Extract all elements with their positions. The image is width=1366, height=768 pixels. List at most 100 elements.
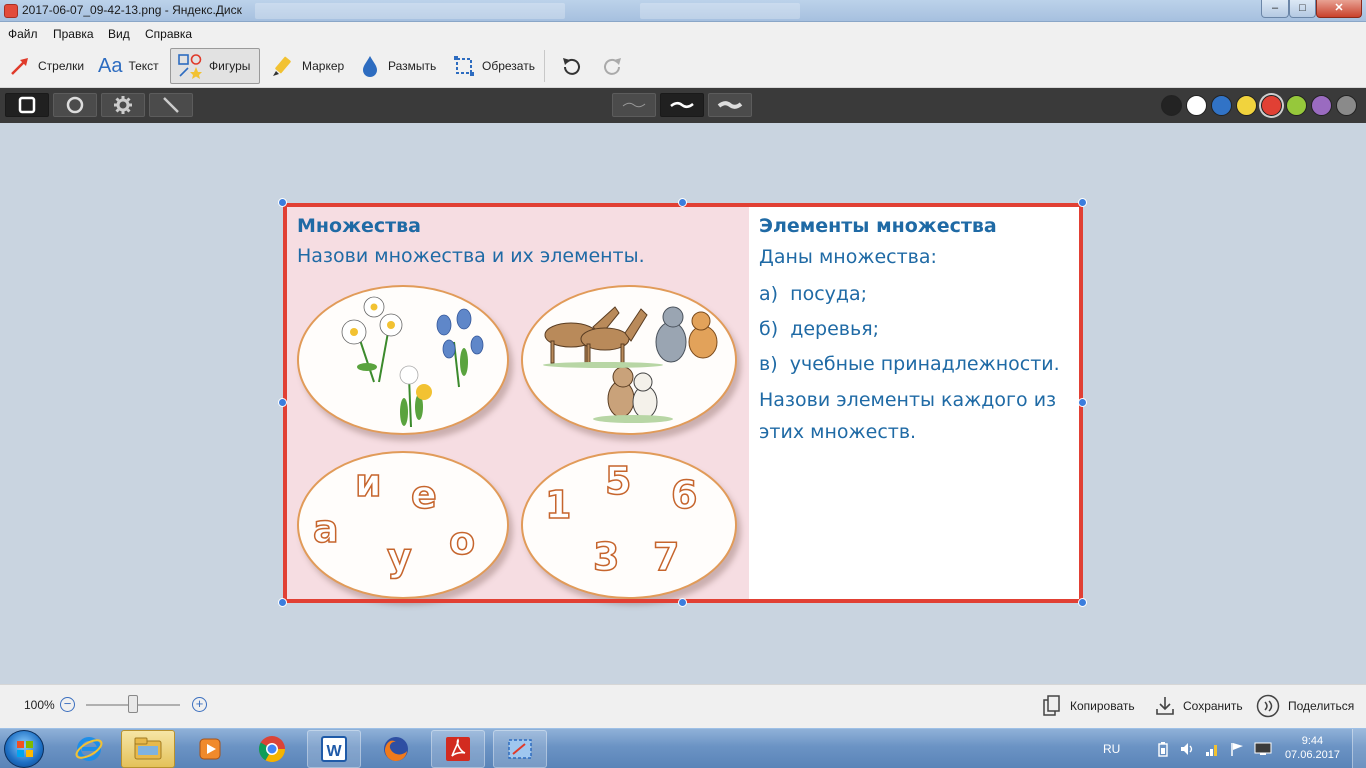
taskbar-chrome[interactable] [245, 730, 299, 768]
acrobat-icon [446, 737, 470, 761]
undo-icon [563, 58, 580, 75]
crop-label: Обрезать [482, 59, 535, 73]
menu-view[interactable]: Вид [108, 27, 130, 41]
save-button[interactable]: Сохранить [1155, 693, 1243, 719]
resize-handle-top[interactable] [678, 198, 687, 207]
shapes-tool[interactable]: Фигуры [170, 48, 260, 84]
resize-handle-left[interactable] [278, 398, 287, 407]
color-swatch-blue[interactable] [1211, 95, 1232, 116]
share-label: Поделиться [1288, 699, 1355, 713]
toolbar-separator [544, 50, 545, 82]
share-button[interactable]: Поделиться [1256, 693, 1354, 719]
network-icon[interactable] [1204, 741, 1220, 757]
toolbar: Стрелки Aa Текст Фигуры Маркер Размыть О… [0, 44, 1366, 88]
marker-tool[interactable]: Маркер [264, 48, 350, 84]
ellipse-shape-button[interactable] [53, 93, 97, 117]
zoom-out-button[interactable]: − [60, 697, 75, 712]
download-icon [1156, 697, 1174, 715]
thick-line-button[interactable] [708, 93, 752, 117]
background-window-title [255, 3, 565, 19]
color-swatch-purple[interactable] [1311, 95, 1332, 116]
resize-handle-top-left[interactable] [278, 198, 287, 207]
crop-icon [454, 56, 474, 76]
drop-icon [363, 56, 377, 77]
word-icon: W [321, 736, 347, 762]
text-tool[interactable]: Aa Текст [92, 48, 165, 84]
resize-handle-bottom-right[interactable] [1078, 598, 1087, 607]
color-swatch-red[interactable] [1261, 95, 1282, 116]
copy-icon [1043, 695, 1060, 716]
wave-thin-icon [622, 102, 646, 108]
volume-icon[interactable] [1179, 741, 1195, 757]
square-icon [18, 96, 36, 114]
circle-icon [66, 96, 84, 114]
text-label: Текст [128, 59, 159, 73]
undo-button[interactable] [555, 48, 589, 84]
copy-button[interactable]: Копировать [1042, 693, 1135, 719]
action-center-icon[interactable] [1229, 741, 1245, 757]
wave-medium-icon [670, 102, 694, 108]
image-canvas[interactable]: Множества Назови множества и их элементы… [0, 123, 1366, 684]
zoom-slider-thumb[interactable] [128, 695, 138, 713]
color-swatch-green[interactable] [1286, 95, 1307, 116]
clock-time: 9:44 [1301, 735, 1324, 747]
menu-edit[interactable]: Правка [53, 27, 94, 41]
color-swatch-white[interactable] [1186, 95, 1207, 116]
windows-logo-icon [17, 741, 33, 757]
line-shape-button[interactable] [149, 93, 193, 117]
thin-line-button[interactable] [612, 93, 656, 117]
taskbar-media-player[interactable] [183, 730, 237, 768]
resize-handle-right[interactable] [1078, 398, 1087, 407]
share-icon [1256, 694, 1280, 718]
crop-tool[interactable]: Обрезать [446, 48, 541, 84]
word-glyph: W [326, 743, 342, 760]
menu-bar: Файл Правка Вид Справка [0, 22, 1366, 44]
shapes-label: Фигуры [209, 59, 251, 73]
blur-tool[interactable]: Размыть [352, 48, 442, 84]
arrows-tool[interactable]: Стрелки [2, 48, 90, 84]
taskbar-internet-explorer[interactable] [62, 730, 116, 768]
taskbar-firefox[interactable] [369, 730, 423, 768]
color-swatch-yellow[interactable] [1236, 95, 1257, 116]
gear-icon [114, 96, 132, 114]
zoom-level: 100% [24, 698, 55, 712]
clock[interactable]: 9:44 07.06.2017 [1285, 734, 1340, 762]
taskbar-acrobat[interactable] [431, 730, 485, 768]
internet-explorer-icon [75, 737, 103, 761]
close-button[interactable]: ✕ [1316, 0, 1362, 18]
zoom-in-button[interactable]: + [192, 697, 207, 712]
app-icon [4, 4, 18, 18]
taskbar-word[interactable]: W [307, 730, 361, 768]
star-shape-button[interactable] [101, 93, 145, 117]
minimize-button[interactable]: – [1261, 0, 1289, 18]
arrows-label: Стрелки [38, 59, 85, 73]
medium-line-button[interactable] [660, 93, 704, 117]
resize-handle-top-right[interactable] [1078, 198, 1087, 207]
color-swatch-gray[interactable] [1336, 95, 1357, 116]
color-swatch-black[interactable] [1161, 95, 1182, 116]
resize-handle-bottom[interactable] [678, 598, 687, 607]
menu-help[interactable]: Справка [145, 27, 192, 41]
taskbar-explorer[interactable] [121, 730, 175, 768]
maximize-button[interactable]: □ [1289, 0, 1316, 18]
show-desktop-button[interactable] [1352, 729, 1366, 768]
menu-file[interactable]: Файл [8, 27, 38, 41]
redo-button[interactable] [595, 48, 629, 84]
title-bar: 2017-06-07_09-42-13.png - Яндекс.Диск – … [0, 0, 1366, 22]
rectangle-shape-button[interactable] [5, 93, 49, 117]
marker-label: Маркер [302, 59, 345, 73]
resize-handle-bottom-left[interactable] [278, 598, 287, 607]
display-icon[interactable] [1254, 741, 1272, 757]
start-button[interactable] [4, 730, 44, 768]
media-player-icon [199, 738, 221, 760]
language-indicator[interactable]: RU [1103, 729, 1120, 768]
save-label: Сохранить [1183, 699, 1243, 713]
battery-icon[interactable] [1156, 741, 1170, 757]
system-tray [1156, 729, 1272, 768]
window-title: 2017-06-07_09-42-13.png - Яндекс.Диск [22, 3, 242, 17]
taskbar-yandex-screenshot[interactable] [493, 730, 547, 768]
taskbar: W RU 9:44 07.06.2017 [0, 728, 1366, 768]
rectangle-annotation[interactable] [283, 203, 1083, 603]
folder-icon [134, 737, 162, 760]
firefox-icon [384, 737, 408, 762]
